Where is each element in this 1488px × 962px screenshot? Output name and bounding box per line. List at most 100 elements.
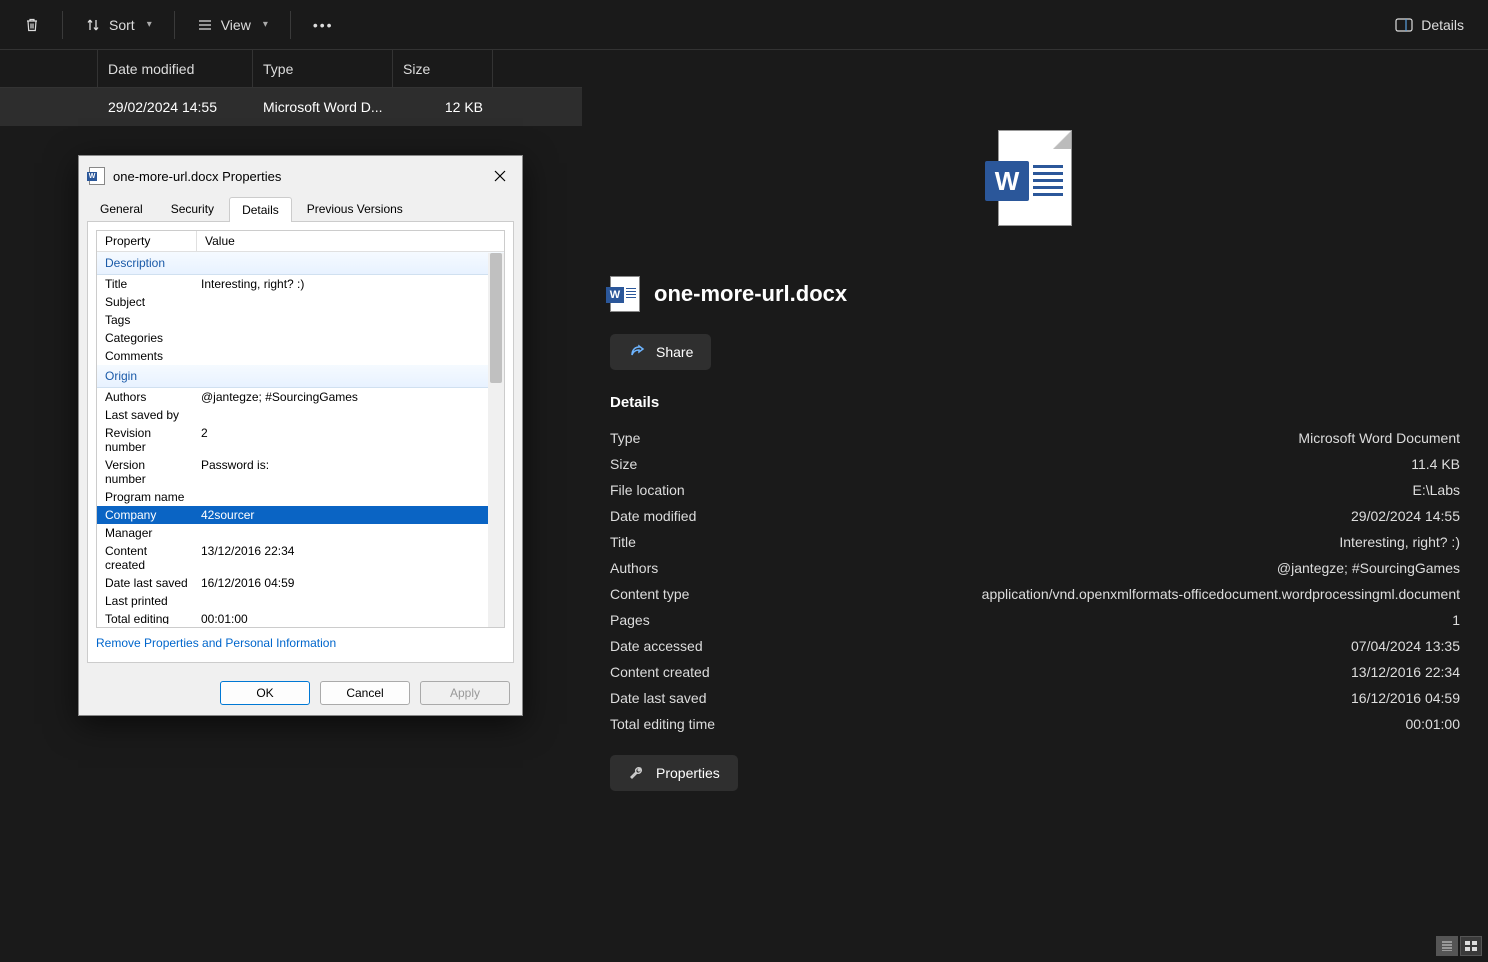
dialog-button-row: OK Cancel Apply — [79, 671, 522, 715]
cancel-button[interactable]: Cancel — [320, 681, 410, 705]
column-header-size[interactable]: Size — [393, 50, 493, 87]
group-description: Description — [97, 252, 504, 275]
prop-row-tags[interactable]: Tags — [97, 311, 504, 329]
dialog-titlebar[interactable]: W one-more-url.docx Properties — [79, 156, 522, 196]
properties-button[interactable]: Properties — [610, 755, 738, 791]
trash-icon — [24, 17, 40, 33]
detail-row-title: TitleInteresting, right? :) — [610, 529, 1460, 555]
delete-button[interactable] — [12, 11, 52, 39]
file-list-pane: Date modified Type Size 29/02/2024 14:55… — [0, 50, 582, 962]
detail-row-content-type: Content typeapplication/vnd.openxmlforma… — [610, 581, 1460, 607]
prop-row-company[interactable]: Company42sourcer — [97, 506, 504, 524]
prop-row-last-printed[interactable]: Last printed — [97, 592, 504, 610]
share-icon — [628, 343, 646, 361]
tab-details[interactable]: Details — [229, 197, 292, 222]
detail-row-accessed: Date accessed07/04/2024 13:35 — [610, 633, 1460, 659]
separator — [290, 11, 291, 39]
view-mode-buttons — [1436, 936, 1482, 956]
view-thumbnails-button[interactable] — [1460, 936, 1482, 956]
prop-row-last-saved-by[interactable]: Last saved by — [97, 406, 504, 424]
file-row[interactable]: 29/02/2024 14:55 Microsoft Word D... 12 … — [0, 88, 582, 126]
group-origin: Origin — [97, 365, 504, 388]
prop-row-program[interactable]: Program name — [97, 488, 504, 506]
share-label: Share — [656, 344, 693, 360]
separator — [62, 11, 63, 39]
detail-row-created: Content created13/12/2016 22:34 — [610, 659, 1460, 685]
more-button[interactable]: ••• — [301, 11, 346, 39]
file-size: 12 KB — [393, 99, 493, 115]
tab-panel-details: Property Value Description TitleInterest… — [87, 221, 514, 663]
scrollbar[interactable] — [488, 253, 504, 627]
detail-row-pages: Pages1 — [610, 607, 1460, 633]
list-icon — [197, 17, 213, 33]
details-toggle-button[interactable]: Details — [1383, 11, 1476, 39]
prop-row-total-editing[interactable]: Total editing time00:01:00 — [97, 610, 504, 624]
scrollbar-thumb[interactable] — [490, 253, 502, 383]
detail-row-saved: Date last saved16/12/2016 04:59 — [610, 685, 1460, 711]
view-label: View — [221, 17, 251, 33]
sort-button[interactable]: Sort ▾ — [73, 11, 164, 39]
properties-dialog: W one-more-url.docx Properties General S… — [78, 155, 523, 716]
separator — [174, 11, 175, 39]
properties-label: Properties — [656, 765, 720, 781]
detail-row-size: Size11.4 KB — [610, 451, 1460, 477]
sort-icon — [85, 17, 101, 33]
properties-list[interactable]: Description TitleInteresting, right? :) … — [97, 252, 504, 624]
file-name: one-more-url.docx — [654, 281, 847, 307]
close-button[interactable] — [488, 164, 512, 188]
view-button[interactable]: View ▾ — [185, 11, 280, 39]
prop-row-content-created[interactable]: Content created13/12/2016 22:34 — [97, 542, 504, 574]
ellipsis-icon: ••• — [313, 17, 334, 33]
details-toggle-label: Details — [1421, 17, 1464, 33]
chevron-down-icon: ▾ — [263, 19, 268, 30]
word-icon: W — [998, 130, 1072, 226]
column-headers: Date modified Type Size — [0, 50, 582, 88]
wrench-icon — [628, 764, 646, 782]
prop-row-date-last-saved[interactable]: Date last saved16/12/2016 04:59 — [97, 574, 504, 592]
view-details-button[interactable] — [1436, 936, 1458, 956]
tab-security[interactable]: Security — [158, 196, 227, 221]
prop-row-authors[interactable]: Authors@jantegze; #SourcingGames — [97, 388, 504, 406]
column-header-type[interactable]: Type — [253, 50, 393, 87]
chevron-down-icon: ▾ — [147, 19, 152, 30]
details-pane: W W one-more-url.docx Share Details Type… — [582, 50, 1488, 962]
detail-row-authors: Authors@jantegze; #SourcingGames — [610, 555, 1460, 581]
detail-row-type: TypeMicrosoft Word Document — [610, 425, 1460, 451]
tab-previous-versions[interactable]: Previous Versions — [294, 196, 416, 221]
prop-row-revision[interactable]: Revision number2 — [97, 424, 504, 456]
details-heading: Details — [610, 394, 1460, 411]
column-header-name[interactable] — [0, 50, 98, 87]
apply-button: Apply — [420, 681, 510, 705]
detail-row-location: File locationE:\Labs — [610, 477, 1460, 503]
grid-view-icon — [1465, 941, 1477, 951]
detail-row-modified: Date modified29/02/2024 14:55 — [610, 503, 1460, 529]
prop-row-manager[interactable]: Manager — [97, 524, 504, 542]
ok-button[interactable]: OK — [220, 681, 310, 705]
word-icon: W — [610, 276, 640, 312]
word-icon: W — [89, 167, 105, 185]
properties-grid: Property Value Description TitleInterest… — [96, 230, 505, 628]
close-icon — [494, 170, 506, 182]
grid-header-property[interactable]: Property — [97, 231, 197, 251]
prop-row-categories[interactable]: Categories — [97, 329, 504, 347]
details-pane-icon — [1395, 18, 1413, 32]
prop-row-comments[interactable]: Comments — [97, 347, 504, 365]
detail-row-editing-time: Total editing time00:01:00 — [610, 711, 1460, 737]
toolbar: Sort ▾ View ▾ ••• Details — [0, 0, 1488, 50]
remove-properties-link[interactable]: Remove Properties and Personal Informati… — [96, 628, 505, 654]
preview-area: W — [610, 50, 1460, 276]
file-title-row: W one-more-url.docx — [610, 276, 1460, 312]
file-date: 29/02/2024 14:55 — [98, 99, 253, 115]
dialog-title: one-more-url.docx Properties — [113, 169, 480, 184]
dialog-tabs: General Security Details Previous Versio… — [79, 196, 522, 221]
prop-row-title[interactable]: TitleInteresting, right? :) — [97, 275, 504, 293]
grid-header-value[interactable]: Value — [197, 231, 504, 251]
prop-row-subject[interactable]: Subject — [97, 293, 504, 311]
sort-label: Sort — [109, 17, 135, 33]
tab-general[interactable]: General — [87, 196, 156, 221]
file-type: Microsoft Word D... — [253, 99, 393, 115]
column-header-date[interactable]: Date modified — [98, 50, 253, 87]
prop-row-version[interactable]: Version numberPassword is: — [97, 456, 504, 488]
details-view-icon — [1441, 941, 1453, 951]
share-button[interactable]: Share — [610, 334, 711, 370]
